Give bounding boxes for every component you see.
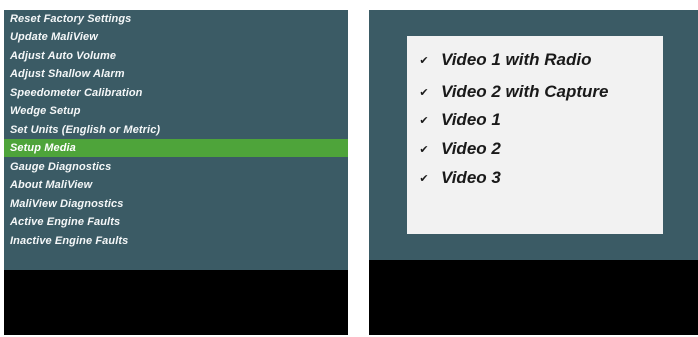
setup-media-area: ✔ Video 1 with Radio ✔ Video 2 with Capt… [369,10,698,260]
media-option-video-3[interactable]: ✔ Video 3 [417,164,663,192]
check-icon: ✔ [419,54,429,67]
media-option-label: Video 2 [441,139,501,158]
media-option-video-2[interactable]: ✔ Video 2 [417,135,663,163]
menu-item-about-maliview[interactable]: About MaliView [4,176,348,194]
menu-item-reset-factory-settings[interactable]: Reset Factory Settings [4,10,348,28]
menu-item-adjust-shallow-alarm[interactable]: Adjust Shallow Alarm [4,65,348,83]
settings-menu-screen: Reset Factory Settings Update MaliView A… [4,10,348,335]
menu-item-adjust-auto-volume[interactable]: Adjust Auto Volume [4,47,348,65]
menu-item-active-engine-faults[interactable]: Active Engine Faults [4,213,348,231]
check-icon: ✔ [419,86,429,99]
media-option-label: Video 3 [441,168,501,187]
menu-item-setup-media[interactable]: Setup Media [4,139,348,157]
menu-item-update-maliview[interactable]: Update MaliView [4,28,348,46]
menu-item-set-units[interactable]: Set Units (English or Metric) [4,121,348,139]
media-option-video-2-with-capture[interactable]: ✔ Video 2 with Capture [417,78,663,106]
media-option-label: Video 1 with Radio [441,50,592,69]
menu-item-wedge-setup[interactable]: Wedge Setup [4,102,348,120]
media-option-label: Video 2 with Capture [441,82,609,101]
check-icon: ✔ [419,143,429,156]
settings-menu: Reset Factory Settings Update MaliView A… [4,10,348,270]
menu-item-gauge-diagnostics[interactable]: Gauge Diagnostics [4,158,348,176]
media-option-video-1-with-radio[interactable]: ✔ Video 1 with Radio [417,46,663,74]
menu-item-inactive-engine-faults[interactable]: Inactive Engine Faults [4,232,348,250]
media-option-video-1[interactable]: ✔ Video 1 [417,106,663,134]
check-icon: ✔ [419,114,429,127]
menu-item-speedometer-calibration[interactable]: Speedometer Calibration [4,84,348,102]
media-options-box: ✔ Video 1 with Radio ✔ Video 2 with Capt… [407,36,663,234]
setup-media-screen: ✔ Video 1 with Radio ✔ Video 2 with Capt… [369,10,698,335]
menu-item-maliview-diagnostics[interactable]: MaliView Diagnostics [4,195,348,213]
check-icon: ✔ [419,172,429,185]
media-option-label: Video 1 [441,110,501,129]
